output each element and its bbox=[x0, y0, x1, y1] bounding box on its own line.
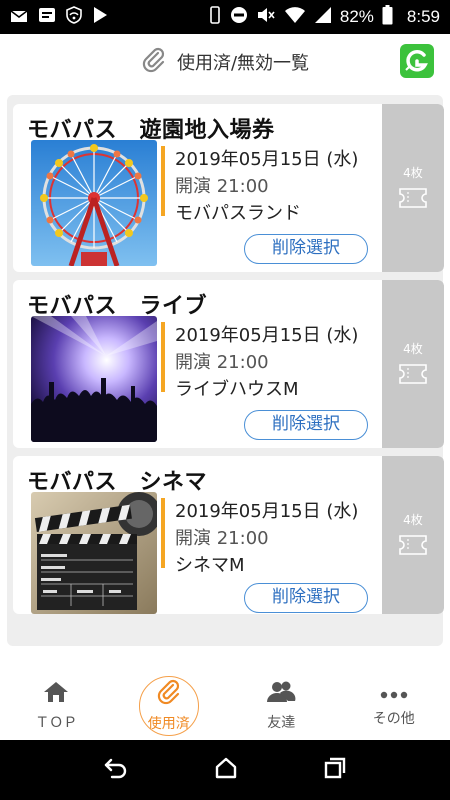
tab-used[interactable]: 使用済 bbox=[113, 672, 226, 740]
recent-apps-icon[interactable] bbox=[323, 756, 347, 784]
signal-icon bbox=[314, 6, 332, 28]
home-icon bbox=[42, 680, 70, 708]
bottom-tab-bar: ＴＯＰ 使用済 友達 その他 bbox=[0, 672, 450, 740]
mute-icon bbox=[256, 6, 276, 28]
ticket-card[interactable]: モバパス シネマ 2019年05月15日 (水) 開演 21:00 シネマM 削… bbox=[13, 456, 444, 614]
ticket-count: 4枚 bbox=[403, 512, 423, 527]
card-notification-icon bbox=[38, 7, 56, 27]
shield-notification-icon bbox=[66, 6, 82, 28]
ticket-date: 2019年05月15日 (水) bbox=[175, 149, 359, 170]
ticket-date: 2019年05月15日 (水) bbox=[175, 501, 359, 522]
ticket-start-time: 開演 21:00 bbox=[175, 352, 269, 373]
tab-top-label: ＴＯＰ bbox=[35, 715, 78, 731]
concert-image bbox=[31, 316, 157, 442]
ticket-start-time: 開演 21:00 bbox=[175, 528, 269, 549]
ticket-icon bbox=[398, 534, 428, 560]
ticket-venue: モバパスランド bbox=[175, 203, 301, 224]
mail-notification-icon bbox=[10, 8, 28, 27]
ticket-count-panel[interactable]: 4枚 bbox=[382, 280, 444, 448]
active-tab-ring bbox=[138, 676, 199, 736]
battery-icon bbox=[382, 5, 393, 29]
delete-select-button[interactable]: 削除選択 bbox=[244, 410, 368, 440]
ticket-card[interactable]: モバパス ライブ 2019年05月15日 (水) 開演 21:00 ライブハウス… bbox=[13, 280, 444, 448]
tab-other[interactable]: その他 bbox=[338, 672, 450, 740]
ticket-info: 2019年05月15日 (水) 開演 21:00 モバパスランド bbox=[161, 146, 373, 224]
wifi-icon bbox=[284, 6, 306, 28]
battery-percent: 82% bbox=[339, 7, 374, 26]
ticket-card[interactable]: モバパス 遊園地入場券 2019年05月15日 (水) 開演 21:00 モバパ… bbox=[13, 104, 444, 272]
app-logo[interactable] bbox=[400, 44, 434, 78]
tab-other-label: その他 bbox=[372, 710, 415, 727]
play-store-icon bbox=[92, 6, 108, 28]
tab-friends[interactable]: 友達 bbox=[225, 672, 338, 740]
ticket-date: 2019年05月15日 (水) bbox=[175, 325, 359, 346]
ticket-count-panel[interactable]: 4枚 bbox=[382, 456, 444, 614]
delete-select-button[interactable]: 削除選択 bbox=[244, 234, 368, 264]
do-not-disturb-icon bbox=[230, 6, 248, 28]
ticket-count-panel[interactable]: 4枚 bbox=[382, 104, 444, 272]
clock: 8:59 bbox=[406, 7, 440, 26]
vibrate-icon bbox=[208, 5, 222, 29]
ticket-info: 2019年05月15日 (水) 開演 21:00 シネマM bbox=[161, 498, 373, 576]
ticket-info: 2019年05月15日 (水) 開演 21:00 ライブハウスM bbox=[161, 322, 373, 400]
more-icon bbox=[380, 685, 408, 704]
status-bar: 82% 8:59 bbox=[0, 0, 450, 34]
ticket-start-time: 開演 21:00 bbox=[175, 176, 269, 197]
ticket-icon bbox=[398, 363, 428, 389]
delete-select-button[interactable]: 削除選択 bbox=[244, 583, 368, 613]
clapperboard-image bbox=[31, 492, 157, 614]
ticket-venue: シネマM bbox=[175, 555, 245, 576]
tab-top[interactable]: ＴＯＰ bbox=[0, 672, 113, 740]
header-title-group: 使用済/無効一覧 bbox=[141, 47, 309, 77]
ticket-count: 4枚 bbox=[403, 165, 423, 180]
tab-friends-label: 友達 bbox=[267, 715, 296, 731]
ferris-wheel-image bbox=[31, 140, 157, 266]
ticket-venue: ライブハウスM bbox=[175, 379, 299, 400]
friends-icon bbox=[266, 680, 296, 708]
home-button-icon[interactable] bbox=[214, 756, 238, 784]
page-title: 使用済/無効一覧 bbox=[176, 53, 310, 74]
status-left-icons bbox=[10, 6, 108, 28]
ticket-icon bbox=[398, 187, 428, 213]
paperclip-icon bbox=[141, 47, 167, 77]
ticket-count: 4枚 bbox=[403, 341, 423, 356]
ticket-list: モバパス 遊園地入場券 2019年05月15日 (水) 開演 21:00 モバパ… bbox=[7, 95, 444, 646]
status-right-icons: 82% 8:59 bbox=[208, 5, 440, 29]
back-icon[interactable] bbox=[103, 756, 129, 784]
app-header: 使用済/無効一覧 bbox=[0, 34, 450, 90]
system-nav-bar bbox=[0, 740, 450, 800]
